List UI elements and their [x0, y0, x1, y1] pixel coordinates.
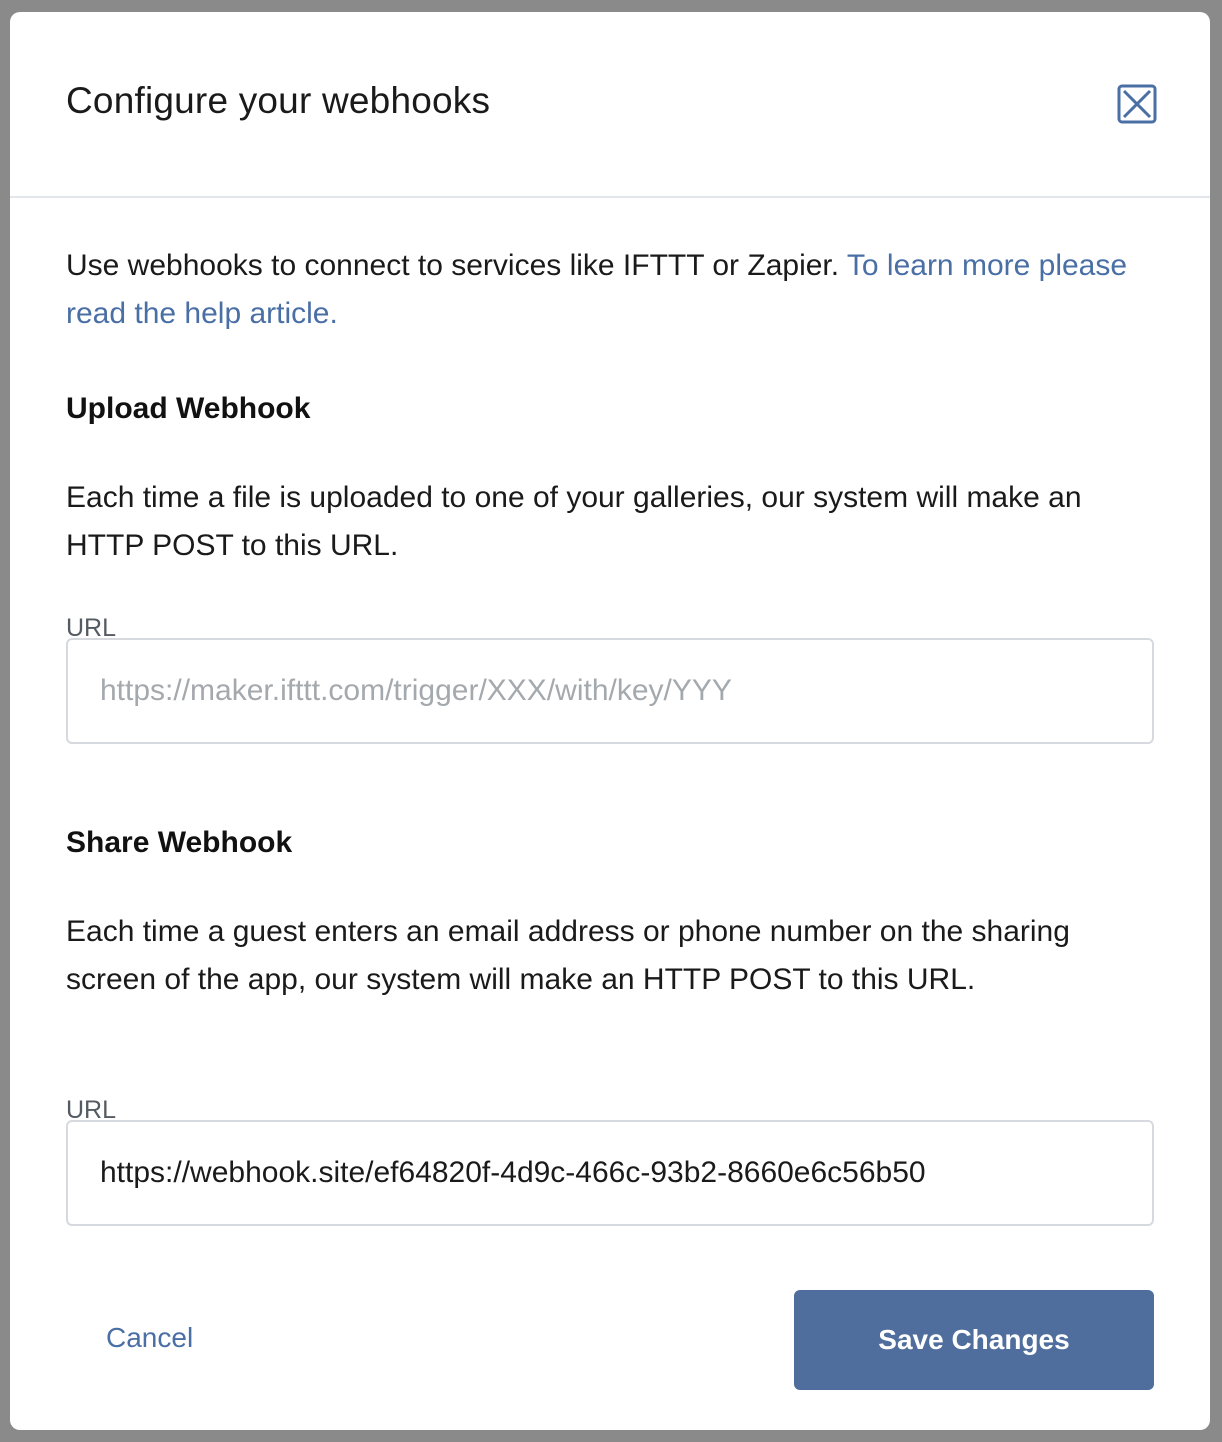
cancel-button[interactable]: Cancel	[106, 1322, 193, 1354]
share-webhook-title: Share Webhook	[66, 826, 293, 859]
webhooks-modal: Configure your webhooks Use webhooks to …	[10, 12, 1210, 1430]
upload-webhook-description: Each time a file is uploaded to one of y…	[66, 481, 1082, 562]
save-changes-button[interactable]: Save Changes	[794, 1290, 1154, 1390]
close-icon	[1117, 84, 1157, 124]
modal-body: Use webhooks to connect to services like…	[66, 242, 1156, 1242]
upload-webhook-title: Upload Webhook	[66, 392, 311, 425]
upload-url-input[interactable]	[66, 638, 1154, 744]
modal-header: Configure your webhooks	[10, 12, 1210, 198]
intro-description: Use webhooks to connect to services like…	[66, 249, 847, 282]
modal-title: Configure your webhooks	[66, 80, 491, 121]
close-button[interactable]	[1117, 84, 1157, 124]
intro-text: Use webhooks to connect to services like…	[66, 242, 1156, 338]
share-url-input[interactable]	[66, 1120, 1154, 1226]
share-webhook-description: Each time a guest enters an email addres…	[66, 915, 1070, 996]
